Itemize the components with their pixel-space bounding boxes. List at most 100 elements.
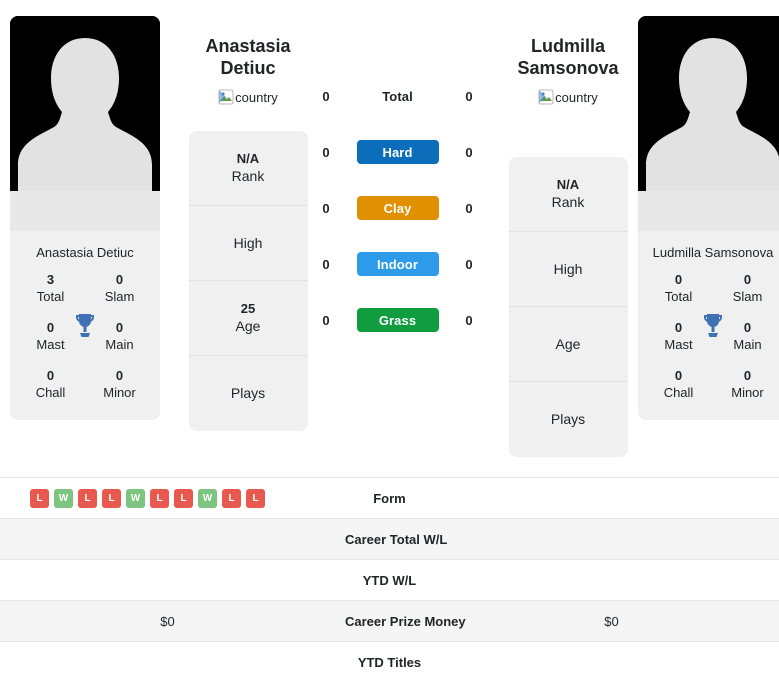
player-card-left[interactable]: Anastasia Detiuc 3 Total 0 Slam 0 Mast 0… — [10, 16, 160, 420]
stat-minor: 0 Minor — [713, 368, 779, 402]
trophy-icon — [701, 312, 725, 338]
info-row-rank: N/A Rank — [188, 131, 308, 206]
player-name-line2: Samsonova — [517, 58, 619, 78]
surface-left-value: 0 — [322, 200, 330, 216]
surface-row-hard: 0 Hard 0 — [315, 124, 480, 180]
info-row-plays: Plays — [189, 356, 308, 431]
row-value-right — [444, 559, 779, 601]
table-row-ytd-wl: YTD W/L — [0, 559, 779, 601]
form-chip-l: L — [246, 488, 265, 508]
row-value-left — [0, 559, 335, 601]
row-value-left — [0, 518, 335, 560]
player-stats-right: 0 Total 0 Slam 0 Mast 0 Main 0 Chall 0 M… — [638, 270, 779, 420]
info-label: High — [553, 260, 583, 277]
row-value-right — [444, 641, 779, 683]
trophy-icon — [73, 312, 97, 338]
row-value-right — [444, 518, 779, 560]
table-row-career-total-wl: Career Total W/L — [0, 518, 779, 560]
surface-row-clay: 0 Clay 0 — [315, 180, 480, 236]
info-label: Plays — [550, 411, 586, 427]
table-row-form: LWLLWLLWLL Form — [0, 477, 779, 519]
table-row-ytd-titles: YTD Titles — [0, 641, 779, 683]
form-chip-l: L — [174, 488, 193, 508]
surface-badge-clay[interactable]: Clay — [356, 196, 439, 220]
row-label: Career Prize Money — [334, 600, 466, 642]
form-chip-l: L — [102, 488, 121, 508]
info-label: High — [233, 234, 263, 251]
form-chip-w: W — [54, 488, 73, 508]
info-row-high: High — [508, 232, 628, 307]
player-card-name-left: Anastasia Detiuc — [36, 245, 134, 260]
form-chip-l: L — [30, 488, 49, 508]
info-label: Age — [555, 335, 581, 352]
broken-image-icon — [218, 89, 234, 105]
stat-slam: 0 Slam — [713, 272, 779, 306]
form-cell-left: LWLLWLLWLL — [0, 477, 335, 519]
stat-value: 3 — [46, 272, 55, 287]
stat-label: Main — [105, 337, 134, 352]
player-name-line1: Anastasia — [205, 36, 291, 56]
stat-label: Main — [733, 337, 762, 352]
player-card-name-right: Ludmilla Samsonova — [652, 245, 774, 260]
stat-total: 0 Total — [644, 272, 713, 306]
form-chip-l: L — [78, 488, 97, 508]
row-value-left — [0, 641, 335, 683]
row-label: Form — [334, 477, 445, 519]
info-row-high: High — [188, 206, 308, 281]
surface-comparison-column: 0 Total 0 0 Hard 0 0 Clay 0 0 Indoor 0 0… — [315, 10, 480, 348]
form-chip-l: L — [222, 488, 241, 508]
info-value: N/A — [556, 177, 580, 192]
info-label: Rank — [551, 194, 585, 210]
stat-chall: 0 Chall — [16, 368, 85, 402]
player-card-right[interactable]: Ludmilla Samsonova 0 Total 0 Slam 0 Mast… — [638, 16, 779, 420]
row-label: YTD Titles — [334, 641, 445, 683]
info-label: Age — [235, 318, 261, 334]
stat-value: 0 — [674, 272, 683, 287]
player-name-line2: Detiuc — [220, 58, 276, 78]
country-alt-text: country — [235, 89, 278, 105]
player-info-column-right: Ludmilla Samsonova country N/A Rank High… — [508, 10, 628, 457]
player-info-column-left: Anastasia Detiuc country N/A Rank High 2… — [188, 10, 308, 431]
player-stats-left: 3 Total 0 Slam 0 Mast 0 Main 0 Chall 0 M… — [10, 270, 160, 420]
player-avatar-left — [10, 16, 160, 231]
player-name-line1: Ludmilla — [530, 36, 605, 56]
surface-row-grass: 0 Grass 0 — [315, 292, 480, 348]
form-chip-w: W — [126, 488, 145, 508]
player-info-panel-right: N/A Rank High Age Plays — [508, 157, 628, 457]
country-flag-left: country — [218, 89, 278, 105]
stat-chall: 0 Chall — [644, 368, 713, 402]
surface-left-value: 0 — [322, 144, 330, 160]
surface-badge-hard[interactable]: Hard — [356, 140, 439, 164]
player-info-panel-left: N/A Rank High 25 Age Plays — [188, 131, 308, 431]
stat-label: Chall — [35, 385, 66, 400]
stat-label: Minor — [731, 385, 764, 400]
stat-label: Slam — [732, 289, 763, 304]
stat-slam: 0 Slam — [85, 272, 154, 306]
surface-left-value: 0 — [322, 312, 330, 328]
country-alt-text: country — [555, 89, 598, 105]
comparison-stats-table: LWLLWLLWLL Form Career Total W/L YTD W/L… — [0, 477, 779, 683]
surface-badge-grass[interactable]: Grass — [356, 308, 439, 332]
stat-value: 0 — [743, 368, 752, 383]
info-row-age: 25 Age — [188, 281, 308, 356]
stat-label: Slam — [104, 289, 135, 304]
stat-value: 0 — [743, 272, 752, 287]
surface-right-value: 0 — [465, 200, 473, 216]
country-flag-right: country — [538, 89, 598, 105]
row-label: Career Total W/L — [334, 518, 447, 560]
stat-value: 0 — [115, 368, 124, 383]
row-label: YTD W/L — [334, 559, 445, 601]
info-row-rank: N/A Rank — [508, 157, 628, 232]
stat-label: Mast — [36, 337, 65, 352]
surface-left-value: 0 — [322, 256, 330, 272]
surface-row-total: 0 Total 0 — [315, 68, 480, 124]
surface-right-value: 0 — [465, 88, 473, 104]
info-label: Rank — [231, 168, 265, 184]
broken-image-icon — [538, 89, 554, 105]
surface-badge-indoor[interactable]: Indoor — [356, 252, 439, 276]
surface-right-value: 0 — [465, 144, 473, 160]
surface-right-value: 0 — [465, 256, 473, 272]
player-avatar-right — [638, 16, 779, 231]
surface-right-value: 0 — [465, 312, 473, 328]
player-name-left: Anastasia Detiuc — [205, 35, 290, 79]
